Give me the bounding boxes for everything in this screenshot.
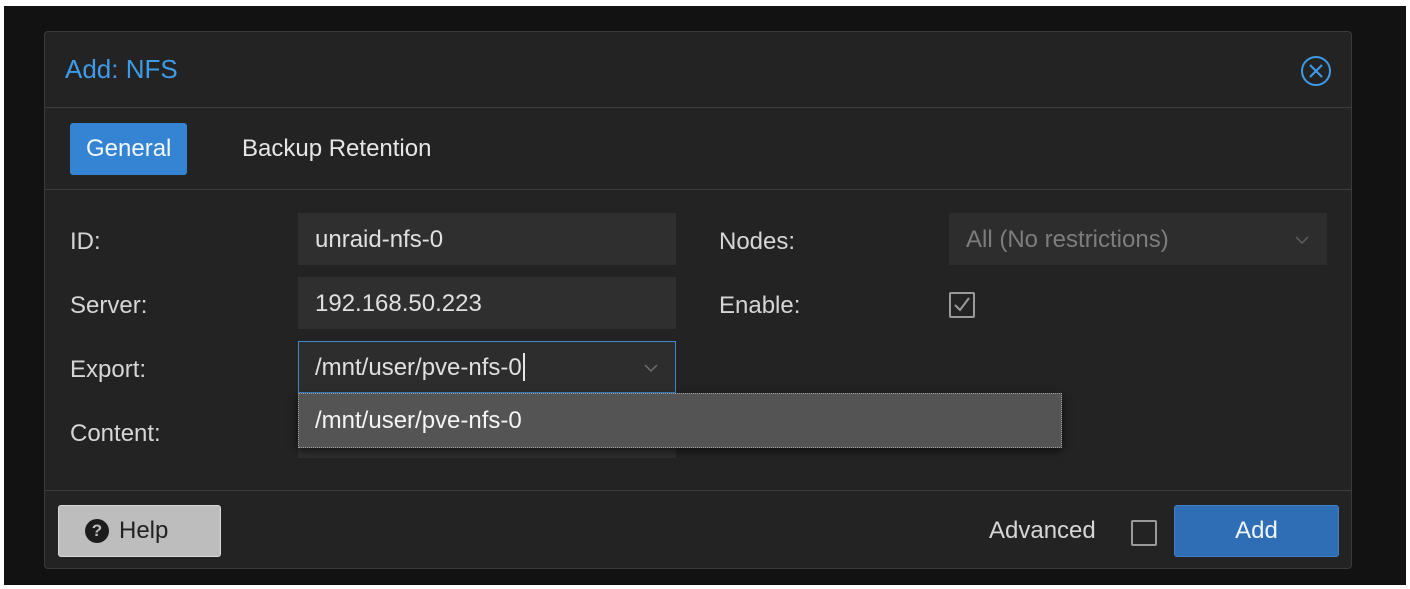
id-label: ID: bbox=[70, 228, 101, 255]
export-dropdown-option[interactable]: /mnt/user/pve-nfs-0 bbox=[298, 393, 1062, 448]
enable-checkbox[interactable] bbox=[949, 292, 975, 318]
enable-label: Enable: bbox=[719, 292, 801, 319]
nodes-select-value: All (No restrictions) bbox=[966, 226, 1169, 253]
server-label: Server: bbox=[70, 292, 148, 319]
add-button[interactable]: Add bbox=[1174, 505, 1339, 557]
dialog-footer: ? Help Advanced Add bbox=[45, 490, 1351, 570]
advanced-checkbox[interactable] bbox=[1131, 520, 1157, 546]
nodes-label: Nodes: bbox=[719, 228, 796, 255]
dialog-titlebar: Add: NFS bbox=[45, 32, 1351, 108]
add-nfs-dialog: Add: NFS General Backup Retention ID: un… bbox=[44, 31, 1352, 569]
export-input-value: /mnt/user/pve-nfs-0 bbox=[315, 354, 522, 381]
export-label: Export: bbox=[70, 356, 147, 383]
chevron-down-icon bbox=[1295, 236, 1309, 245]
nodes-select[interactable]: All (No restrictions) bbox=[949, 213, 1327, 265]
export-combobox[interactable]: /mnt/user/pve-nfs-0 bbox=[298, 341, 676, 393]
tab-bar: General Backup Retention bbox=[45, 109, 1351, 190]
dialog-title: Add: NFS bbox=[65, 54, 178, 84]
text-cursor bbox=[522, 352, 525, 381]
tab-backup-retention[interactable]: Backup Retention bbox=[226, 123, 447, 175]
content-select-partial[interactable] bbox=[298, 448, 676, 458]
advanced-label: Advanced bbox=[989, 517, 1096, 544]
help-button-label: Help bbox=[119, 517, 169, 544]
close-icon[interactable] bbox=[1299, 54, 1333, 88]
id-input[interactable]: unraid-nfs-0 bbox=[298, 213, 676, 265]
checkmark-icon bbox=[954, 297, 970, 312]
tab-general[interactable]: General bbox=[70, 123, 188, 175]
server-input[interactable]: 192.168.50.223 bbox=[298, 277, 676, 329]
content-label: Content: bbox=[70, 420, 161, 447]
chevron-down-icon[interactable] bbox=[643, 360, 659, 376]
help-button[interactable]: ? Help bbox=[58, 505, 221, 557]
question-circle-icon: ? bbox=[85, 519, 109, 543]
